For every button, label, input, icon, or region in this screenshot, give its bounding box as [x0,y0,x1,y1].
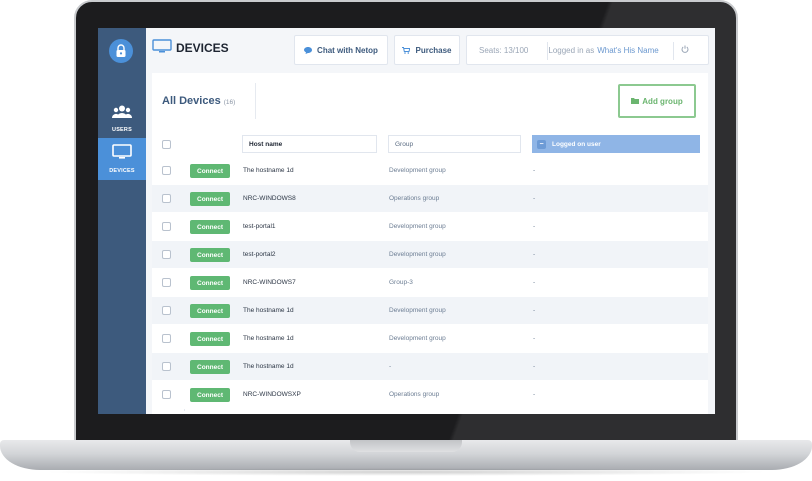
chat-bubble-icon [304,46,313,54]
devices-heading: All Devices (16) [162,95,235,107]
group-cell: Development group [389,251,446,258]
logged-in-prefix: Logged in as [548,45,595,55]
collapse-icon[interactable]: − [537,139,546,149]
host-name-cell: NRC-WINDOWSXP [243,391,301,398]
add-group-button[interactable]: Add group [618,84,696,118]
users-icon [111,105,133,124]
sidebar-item-label: USERS [112,127,132,133]
cart-icon [402,46,411,54]
table-row[interactable]: Connect NRC-WINDOWS8 Operations group - [152,185,708,213]
logged-on-user-cell: - [533,391,536,398]
connect-button[interactable]: Connect [190,332,230,346]
logged-on-user-cell: - [533,279,536,286]
app-screen: USERS DEVICES DEVICES Chat with Netop Pu… [98,28,715,414]
connect-button[interactable]: Connect [190,248,230,262]
connect-button[interactable]: Connect [190,304,230,318]
purchase-button[interactable]: Purchase [394,35,460,65]
devices-panel: All Devices (16) Add group Host name Grou… [152,73,708,414]
connect-button[interactable]: Connect [190,192,230,206]
group-cell: Development group [389,223,446,230]
row-checkbox[interactable] [162,222,171,231]
row-checkbox[interactable] [162,194,171,203]
heading-text: All Devices [162,95,221,107]
devices-table-body: Connect The hostname 1d Development grou… [152,157,708,411]
table-row[interactable]: Connect NRC-WINDOWS7 Group-3 - [152,269,708,297]
column-header-group[interactable]: Group [388,135,521,153]
host-name-cell: The hostname 1d [243,167,294,174]
top-header: DEVICES Chat with Netop Purchase Seats: … [146,28,715,68]
group-cell: Operations group [389,391,440,398]
sidebar-item-devices[interactable]: DEVICES [98,138,146,180]
logged-on-user-cell: - [533,223,536,230]
group-cell: Development group [389,307,446,314]
host-name-cell: The hostname 1d [243,335,294,342]
group-cell: Development group [389,335,446,342]
laptop-notch [350,440,462,452]
host-name-cell: NRC-WINDOWS7 [243,279,296,286]
monitor-icon [152,39,172,59]
power-icon[interactable] [681,45,689,55]
select-all-checkbox[interactable] [162,140,171,149]
sidebar: USERS DEVICES [98,28,146,414]
account-status-bar: Seats: 13/100 Logged in as What's His Na… [466,35,709,65]
device-count: (16) [223,99,236,106]
row-checkbox[interactable] [162,390,171,399]
table-row[interactable]: Connect The hostname 1d - - [152,353,708,381]
host-name-cell: test-portal2 [243,251,276,258]
table-row[interactable]: Connect NRC-WINDOWSXP Operations group - [152,381,708,409]
table-row[interactable]: Connect The hostname 1d Development grou… [152,325,708,353]
row-checkbox[interactable] [162,334,171,343]
logged-on-user-cell: - [533,195,536,202]
row-checkbox[interactable] [162,250,171,259]
sidebar-item-users[interactable]: USERS [98,98,146,140]
connect-button[interactable]: Connect [190,360,230,374]
user-name-link[interactable]: What's His Name [597,46,659,55]
column-header-host[interactable]: Host name [242,135,377,153]
folder-icon [631,97,640,106]
host-name-cell: NRC-WINDOWS8 [243,195,296,202]
connect-button[interactable]: Connect [190,220,230,234]
monitor-icon [112,144,132,165]
page-title: DEVICES [176,41,229,55]
host-name-cell: The hostname 1d [243,363,294,370]
row-checkbox[interactable] [162,166,171,175]
group-cell: Development group [389,167,446,174]
add-group-label: Add group [642,96,683,106]
group-cell: Group-3 [389,279,413,286]
logged-on-user-cell: - [533,363,536,370]
chat-label: Chat with Netop [317,45,378,55]
chat-with-netop-button[interactable]: Chat with Netop [294,35,388,65]
table-row[interactable]: Connect The hostname 1d Development grou… [152,297,708,325]
seats-count: Seats: 13/100 [479,45,529,55]
group-cell: - [389,363,392,370]
sidebar-item-label: DEVICES [109,168,135,174]
connect-button[interactable]: Connect [190,276,230,290]
host-name-cell: The hostname 1d [243,307,294,314]
row-checkbox[interactable] [162,306,171,315]
logged-on-user-cell: - [533,307,536,314]
logged-on-user-cell: - [533,335,536,342]
column-header-logged-on-user[interactable]: − Logged on user [532,135,700,153]
table-row[interactable]: Connect test-portal1 Development group - [152,213,708,241]
purchase-label: Purchase [415,45,452,55]
connect-button[interactable]: Connect [190,164,230,178]
row-checkbox[interactable] [162,278,171,287]
connect-button[interactable]: Connect [190,388,230,402]
table-row[interactable]: Connect The hostname 1d Development grou… [152,157,708,185]
logged-on-user-cell: - [533,167,536,174]
host-name-cell: test-portal1 [243,223,276,230]
group-cell: Operations group [389,195,440,202]
table-header: Host name Group − Logged on user [152,135,708,155]
table-row[interactable]: Connect test-portal2 Development group - [152,241,708,269]
lock-logo-icon[interactable] [109,39,133,63]
row-checkbox[interactable] [162,362,171,371]
logged-on-user-cell: - [533,251,536,258]
